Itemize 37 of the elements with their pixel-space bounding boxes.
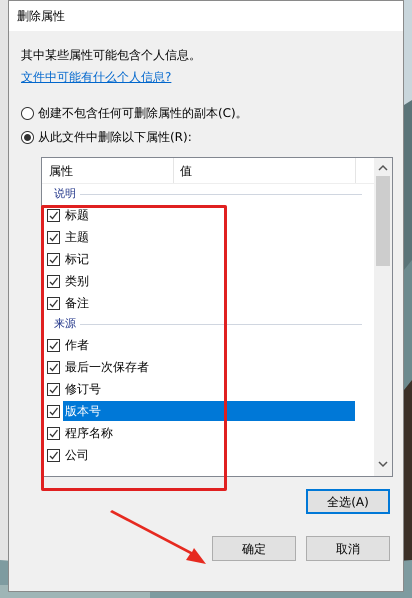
radio-option[interactable]: 从此文件中删除以下属性(R): (21, 129, 391, 145)
property-item[interactable]: 作者 (63, 335, 91, 355)
scroll-down-icon[interactable] (378, 460, 388, 468)
checkbox[interactable] (47, 208, 60, 222)
checkbox[interactable] (47, 230, 60, 244)
checkbox[interactable] (47, 252, 60, 266)
checkbox[interactable] (47, 274, 60, 288)
group-header: 来源 (54, 316, 76, 332)
group-header: 说明 (54, 186, 76, 202)
scrollbar-thumb[interactable] (376, 176, 390, 266)
property-item[interactable]: 公司 (63, 445, 91, 465)
property-item[interactable]: 标记 (63, 249, 91, 269)
property-item[interactable]: 备注 (63, 293, 91, 313)
property-item[interactable]: 标题 (63, 205, 91, 225)
window-title: 删除属性 (17, 8, 65, 25)
checkbox[interactable] (47, 360, 60, 374)
column-header[interactable]: 值 (174, 158, 356, 183)
info-text: 其中某些属性可能包含个人信息。 (21, 47, 202, 63)
checkbox[interactable] (47, 448, 60, 462)
checkbox[interactable] (47, 404, 60, 418)
cancel-button[interactable]: 取消 (306, 536, 390, 561)
property-item[interactable]: 主题 (63, 227, 91, 247)
column-header[interactable]: 属性 (42, 158, 174, 183)
ok-button[interactable]: 确定 (212, 536, 296, 561)
select-all-button[interactable]: 全选(A) (306, 489, 390, 514)
property-item[interactable]: 修订号 (63, 379, 103, 399)
radio-option[interactable]: 创建不包含任何可删除属性的副本(C)。 (21, 105, 391, 121)
checkbox[interactable] (47, 382, 60, 396)
property-item[interactable]: 程序名称 (63, 423, 115, 443)
scroll-up-icon[interactable] (378, 164, 388, 172)
property-item[interactable]: 最后一次保存者 (63, 357, 151, 377)
checkbox[interactable] (47, 426, 60, 440)
property-item[interactable]: 类别 (63, 271, 91, 291)
checkbox[interactable] (47, 296, 60, 310)
checkbox[interactable] (47, 338, 60, 352)
help-link[interactable]: 文件中可能有什么个人信息? (21, 69, 172, 85)
property-item[interactable]: 版本号 (63, 401, 355, 421)
